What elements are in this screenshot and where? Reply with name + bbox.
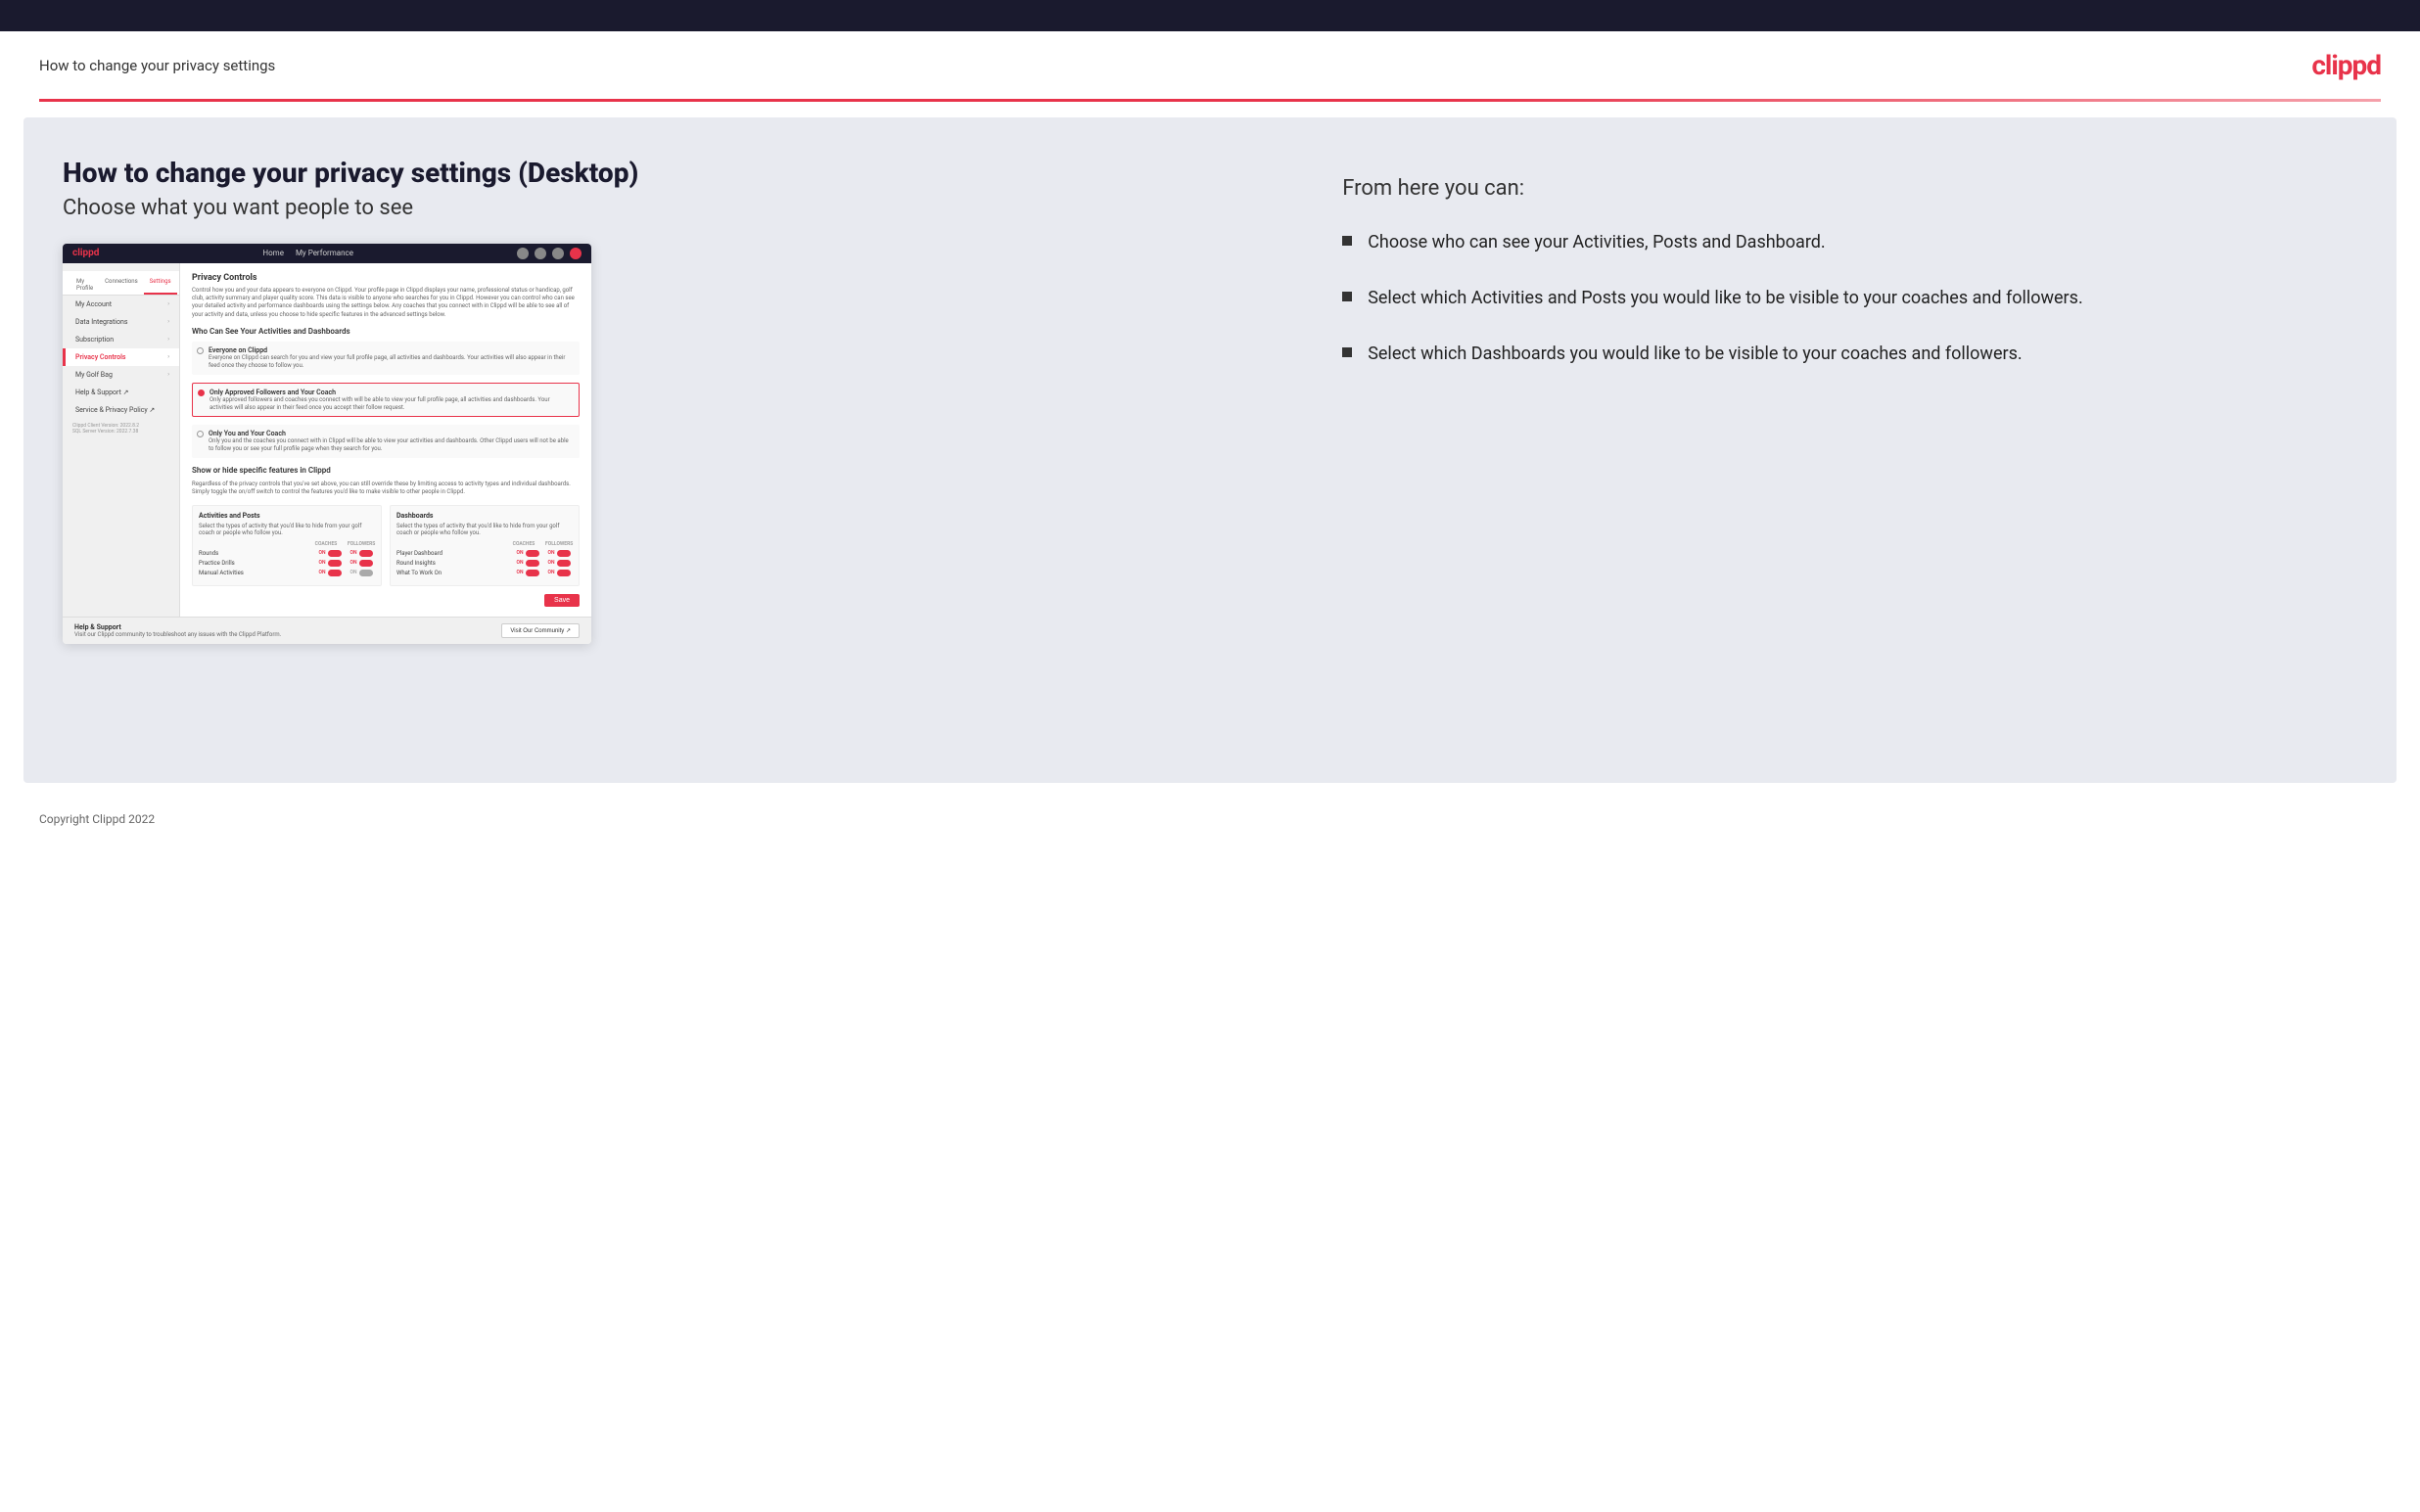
sc-radio-group: Everyone on Clippd Everyone on Clippd ca…	[192, 342, 580, 458]
sc-sidebar-myaccount: My Account ›	[63, 296, 179, 313]
sc-nav-icons	[517, 248, 582, 259]
sc-help-desc: Visit our Clippd community to troublesho…	[74, 631, 281, 638]
sc-show-hide-title: Show or hide specific features in Clippd	[192, 466, 580, 475]
sc-grid-icon	[535, 248, 546, 259]
left-panel: How to change your privacy settings (Des…	[63, 157, 1303, 744]
sc-toggle-row-practice: Practice Drills ON ON	[199, 560, 375, 567]
bullet-square-3	[1342, 347, 1352, 357]
sc-toggle-row-whattoworkon: What To Work On ON ON	[396, 570, 573, 576]
sc-sidebar-privacycontrols: Privacy Controls ›	[63, 348, 179, 366]
sc-tab-myprofile: My Profile	[70, 275, 99, 295]
sc-radio-dot-everyone	[197, 347, 204, 354]
header: How to change your privacy settings clip…	[0, 31, 2420, 99]
sc-features-grid: Activities and Posts Select the types of…	[192, 505, 580, 586]
sc-section-title: Privacy Controls	[192, 273, 580, 283]
sc-radio-everyone: Everyone on Clippd Everyone on Clippd ca…	[192, 342, 580, 375]
sc-user-icon	[552, 248, 564, 259]
sc-body: My Profile Connections Settings My Accou…	[63, 263, 591, 617]
from-here-title: From here you can:	[1342, 176, 2357, 201]
sc-logo: clippd	[72, 248, 99, 258]
copyright: Copyright Clippd 2022	[39, 812, 155, 826]
sc-tab-connections: Connections	[99, 275, 144, 295]
sc-radio-dot-only-you-coach	[197, 431, 204, 437]
bullet-text-1: Choose who can see your Activities, Post…	[1368, 230, 1825, 254]
sc-section-desc: Control how you and your data appears to…	[192, 287, 580, 320]
sc-tab-settings: Settings	[144, 275, 177, 295]
sc-version: Clippd Client Version: 2022.8.2SQL Serve…	[63, 419, 179, 438]
bullet-square-1	[1342, 236, 1352, 246]
sc-radio-dot-followers-coach	[198, 389, 205, 396]
sc-navbar: clippd Home My Performance	[63, 244, 591, 263]
bullet-text-3: Select which Dashboards you would like t…	[1368, 342, 2022, 366]
sc-help-title: Help & Support	[74, 623, 281, 631]
bullet-item-1: Choose who can see your Activities, Post…	[1342, 230, 2357, 254]
sc-search-icon	[517, 248, 529, 259]
sc-sidebar-tabs: My Profile Connections Settings	[63, 271, 179, 296]
sc-help-bar: Help & Support Visit our Clippd communit…	[63, 617, 591, 644]
sc-sidebar-dataintegrations: Data Integrations ›	[63, 313, 179, 331]
bullet-item-2: Select which Activities and Posts you wo…	[1342, 286, 2357, 310]
logo: clippd	[2311, 49, 2381, 81]
sc-show-hide-desc: Regardless of the privacy controls that …	[192, 481, 580, 497]
main-content: How to change your privacy settings (Des…	[23, 117, 2397, 783]
sc-avatar	[570, 248, 582, 259]
sc-sidebar-serviceprivacy: Service & Privacy Policy ↗	[63, 401, 179, 419]
sc-toggle-row-playerdash: Player Dashboard ON ON	[396, 550, 573, 557]
header-divider	[39, 99, 2381, 102]
sc-nav-links: Home My Performance	[262, 249, 353, 257]
sc-toggle-row-rounds: Rounds ON ON	[199, 550, 375, 557]
page-subheading: Choose what you want people to see	[63, 196, 1303, 220]
sc-who-can-see-title: Who Can See Your Activities and Dashboar…	[192, 327, 580, 336]
sc-toggle-row-roundinsights: Round Insights ON ON	[396, 560, 573, 567]
bullet-item-3: Select which Dashboards you would like t…	[1342, 342, 2357, 366]
bullet-text-2: Select which Activities and Posts you wo…	[1368, 286, 2083, 310]
sc-sidebar-subscription: Subscription ›	[63, 331, 179, 348]
sc-main-panel: Privacy Controls Control how you and you…	[180, 263, 591, 617]
top-bar	[0, 0, 2420, 31]
sc-save-row: Save	[192, 594, 580, 607]
footer: Copyright Clippd 2022	[0, 799, 2420, 840]
sc-visit-community-button[interactable]: Visit Our Community ↗	[501, 623, 580, 638]
sc-dashboards-box: Dashboards Select the types of activity …	[390, 505, 580, 586]
screenshot-mockup: clippd Home My Performance My Profile	[63, 244, 591, 644]
sc-sidebar-mygolfbag: My Golf Bag ›	[63, 366, 179, 384]
sc-radio-only-you-coach: Only You and Your Coach Only you and the…	[192, 425, 580, 458]
right-panel: From here you can: Choose who can see yo…	[1342, 157, 2357, 744]
page-heading: How to change your privacy settings (Des…	[63, 157, 1303, 190]
bullet-list: Choose who can see your Activities, Post…	[1342, 230, 2357, 367]
header-title: How to change your privacy settings	[39, 57, 275, 74]
sc-sidebar: My Profile Connections Settings My Accou…	[63, 263, 180, 617]
sc-nav-myperformance: My Performance	[296, 249, 353, 257]
sc-nav-home: Home	[262, 249, 284, 257]
sc-activities-box: Activities and Posts Select the types of…	[192, 505, 382, 586]
sc-radio-followers-coach: Only Approved Followers and Your Coach O…	[192, 383, 580, 418]
bullet-square-2	[1342, 292, 1352, 301]
sc-toggle-row-manual: Manual Activities ON ON	[199, 570, 375, 576]
sc-sidebar-helpsupport: Help & Support ↗	[63, 384, 179, 401]
sc-save-button[interactable]: Save	[544, 594, 580, 607]
